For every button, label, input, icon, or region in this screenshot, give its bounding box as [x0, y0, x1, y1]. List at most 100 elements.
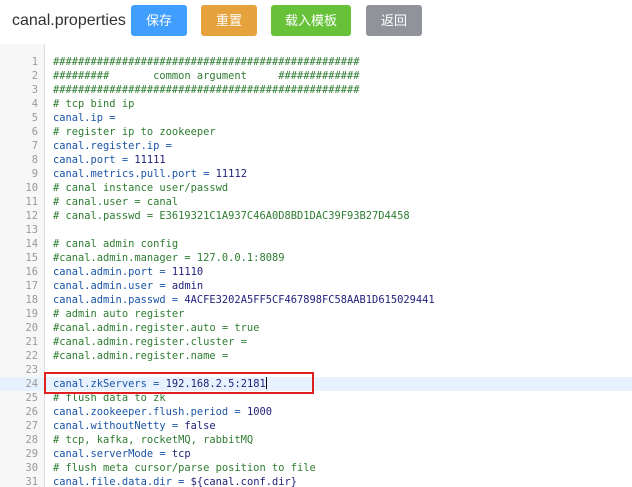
line-number: 7: [31, 140, 38, 152]
code-line[interactable]: 27 canal.withoutNetty = false: [0, 419, 632, 433]
code-line[interactable]: 25 # flush data to zk: [0, 391, 632, 405]
line-code: #canal.admin.register.name =: [53, 349, 228, 363]
line-code: # canal.user = canal: [53, 195, 178, 209]
code-line[interactable]: 16 canal.admin.port = 11110: [0, 265, 632, 279]
code-line[interactable]: 6 # register ip to zookeeper: [0, 125, 632, 139]
line-code: canal.withoutNetty = false: [53, 419, 216, 433]
code-line[interactable]: 19 # admin auto register: [0, 307, 632, 321]
save-button[interactable]: 保存: [131, 5, 187, 36]
property-value: 11111: [134, 154, 166, 166]
back-button[interactable]: 返回: [366, 5, 422, 36]
code-line[interactable]: 12 # canal.passwd = E3619321C1A937C46A0D8…: [0, 209, 632, 223]
property-value: admin: [171, 280, 204, 292]
code-line[interactable]: 17 canal.admin.user = admin: [0, 279, 632, 293]
comment-text: # canal.user = canal: [53, 196, 179, 208]
code-line[interactable]: 18 canal.admin.passwd = 4ACFE3202A5FF5CF4…: [0, 293, 632, 307]
comment-text: #canal.admin.register.cluster =: [53, 336, 247, 348]
code-editor[interactable]: 1 #######################################…: [0, 44, 632, 487]
code-line[interactable]: 11 # canal.user = canal: [0, 195, 632, 209]
line-code: canal.file.data.dir = ${canal.conf.dir}: [53, 475, 297, 487]
line-number: 23: [25, 364, 38, 376]
line-number: 6: [31, 126, 38, 138]
property-value: 4ACFE3202A5FF5CF467898FC58AAB1D615029441: [184, 294, 435, 306]
equals-sign: =: [165, 420, 185, 432]
line-code: canal.zkServers = 192.168.2.5:2181: [53, 377, 267, 391]
property-key: canal.register.ip: [53, 140, 160, 152]
code-line[interactable]: 8 canal.port = 11111: [0, 153, 632, 167]
code-line[interactable]: 30 # flush meta cursor/parse position to …: [0, 461, 632, 475]
comment-text: ########################################…: [53, 56, 360, 68]
code-line[interactable]: 20 #canal.admin.register.auto = true: [0, 321, 632, 335]
line-code: ########################################…: [53, 55, 360, 69]
line-number: 12: [25, 210, 38, 222]
code-line[interactable]: 9 canal.metrics.pull.port = 11112: [0, 167, 632, 181]
code-line[interactable]: 29 canal.serverMode = tcp: [0, 447, 632, 461]
code-line[interactable]: 13: [0, 223, 632, 237]
code-line[interactable]: 10 # canal instance user/passwd: [0, 181, 632, 195]
load-template-button[interactable]: 载入模板: [271, 5, 351, 36]
property-key: canal.admin.port: [53, 266, 154, 278]
line-code: # flush data to zk: [53, 391, 166, 405]
property-key: canal.withoutNetty: [53, 420, 166, 432]
equals-sign: =: [159, 140, 179, 152]
comment-text: # flush meta cursor/parse position to fi…: [53, 462, 316, 474]
comment-text: # flush data to zk: [53, 392, 166, 404]
comment-text: #canal.admin.register.auto = true: [53, 322, 260, 334]
comment-text: #canal.admin.register.name =: [53, 350, 229, 362]
property-value: ${canal.conf.dir}: [190, 476, 297, 487]
code-line[interactable]: 5 canal.ip =: [0, 111, 632, 125]
line-number: 11: [25, 196, 38, 208]
code-line[interactable]: 24 canal.zkServers = 192.168.2.5:2181: [0, 377, 632, 391]
line-number: 4: [31, 98, 38, 110]
code-line[interactable]: 7 canal.register.ip =: [0, 139, 632, 153]
code-line[interactable]: 26 canal.zookeeper.flush.period = 1000: [0, 405, 632, 419]
code-line[interactable]: 4 # tcp bind ip: [0, 97, 632, 111]
line-number: 17: [25, 280, 38, 292]
comment-text: ######### common argument #############: [53, 70, 360, 82]
code-line[interactable]: 14 # canal admin config: [0, 237, 632, 251]
equals-sign: =: [228, 406, 247, 418]
code-line[interactable]: 2 ######### common argument #############: [0, 69, 632, 83]
line-code: # canal admin config: [53, 237, 178, 251]
line-number: 13: [25, 224, 38, 236]
line-number: 9: [31, 168, 38, 180]
line-number: 27: [25, 420, 38, 432]
comment-text: # canal instance user/passwd: [53, 182, 229, 194]
code-line[interactable]: 1 #######################################…: [0, 55, 632, 69]
property-key: canal.admin.passwd: [53, 294, 166, 306]
code-line[interactable]: 28 # tcp, kafka, rocketMQ, rabbitMQ: [0, 433, 632, 447]
equals-sign: =: [171, 476, 191, 487]
comment-text: # admin auto register: [53, 308, 185, 320]
line-number: 1: [31, 56, 38, 68]
comment-text: ########################################…: [53, 84, 360, 96]
code-line[interactable]: 22 #canal.admin.register.name =: [0, 349, 632, 363]
text-cursor: [265, 377, 267, 389]
line-code: # flush meta cursor/parse position to fi…: [53, 461, 316, 475]
line-number: 20: [25, 322, 38, 334]
code-line[interactable]: 15 #canal.admin.manager = 127.0.0.1:8089: [0, 251, 632, 265]
line-code: #canal.admin.manager = 127.0.0.1:8089: [53, 251, 284, 265]
line-number: 3: [31, 84, 38, 96]
reset-button[interactable]: 重置: [201, 5, 257, 36]
equals-sign: =: [146, 378, 166, 390]
property-key: canal.zookeeper.flush.period: [53, 406, 229, 418]
code-line[interactable]: 31 canal.file.data.dir = ${canal.conf.dir…: [0, 475, 632, 487]
line-code: canal.admin.user = admin: [53, 279, 203, 293]
code-line[interactable]: 21 #canal.admin.register.cluster =: [0, 335, 632, 349]
line-code: # canal instance user/passwd: [53, 181, 228, 195]
code-line[interactable]: 23: [0, 363, 632, 377]
comment-text: # register ip to zookeeper: [53, 126, 216, 138]
line-code: ######### common argument #############: [53, 69, 360, 83]
comment-text: # canal.passwd = E3619321C1A937C46A0D8BD…: [53, 210, 410, 222]
property-key: canal.port: [53, 154, 116, 166]
line-number: 18: [25, 294, 38, 306]
code-line[interactable]: 3 #######################################…: [0, 83, 632, 97]
line-code: canal.admin.passwd = 4ACFE3202A5FF5CF467…: [53, 293, 435, 307]
property-value: 11110: [171, 266, 204, 278]
comment-text: # canal admin config: [53, 238, 179, 250]
line-code: canal.port = 11111: [53, 153, 166, 167]
equals-sign: =: [153, 266, 172, 278]
code-lines[interactable]: 1 #######################################…: [0, 55, 632, 487]
line-number: 10: [25, 182, 38, 194]
equals-sign: =: [165, 294, 185, 306]
